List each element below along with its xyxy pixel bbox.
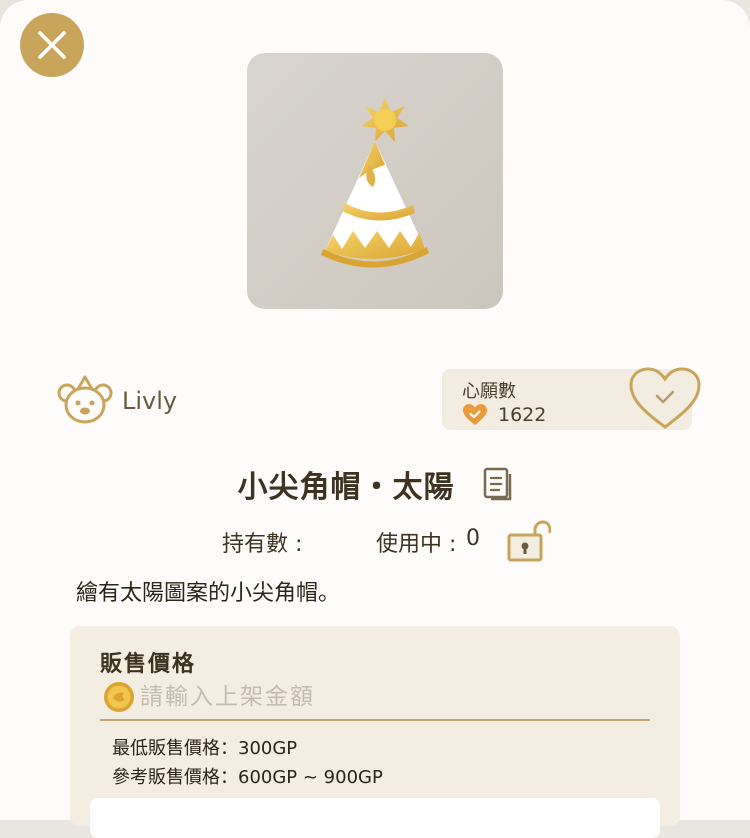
sell-price-panel: 販售價格 最低販售價格：300GP 參考販售價格：600GP ~ 900GP — [70, 626, 680, 838]
item-detail-sheet: Livly 心願數 1622 小尖角帽・太陽 持有數 : 使用中 : 0 繪有太… — [0, 0, 750, 838]
sell-price-title: 販售價格 — [100, 652, 197, 677]
copy-icon[interactable] — [483, 467, 513, 501]
item-title-row: 小尖角帽・太陽 — [0, 462, 750, 506]
owned-label: 持有數 : — [222, 532, 303, 557]
wishlist-count: 1622 — [498, 404, 547, 426]
brand-label: Livly — [122, 387, 178, 415]
wishlist-toggle-button[interactable] — [628, 366, 702, 432]
party-hat-image — [321, 98, 429, 268]
gold-coin-icon — [104, 682, 134, 712]
input-underline — [100, 719, 650, 721]
heart-check-icon — [463, 404, 487, 425]
item-name: 小尖角帽・太陽 — [237, 470, 455, 505]
heart-outline-icon — [629, 367, 701, 429]
in-use-value: 0 — [466, 526, 480, 551]
unlock-icon[interactable] — [507, 520, 551, 562]
in-use-label: 使用中 : — [376, 532, 457, 557]
brand-tag: Livly — [56, 375, 177, 427]
next-section-card — [90, 798, 660, 838]
item-description: 繪有太陽圖案的小尖角帽。 — [76, 581, 341, 606]
min-price-text: 最低販售價格：300GP — [112, 738, 298, 759]
wishlist-count-row: 1622 — [462, 403, 546, 427]
close-button[interactable] — [20, 13, 84, 77]
item-image — [247, 53, 503, 309]
livly-logo-icon — [57, 375, 113, 424]
wishlist-label: 心願數 — [462, 381, 516, 402]
price-input[interactable] — [140, 678, 640, 716]
close-icon — [38, 31, 66, 59]
reference-price-text: 參考販售價格：600GP ~ 900GP — [112, 767, 383, 788]
